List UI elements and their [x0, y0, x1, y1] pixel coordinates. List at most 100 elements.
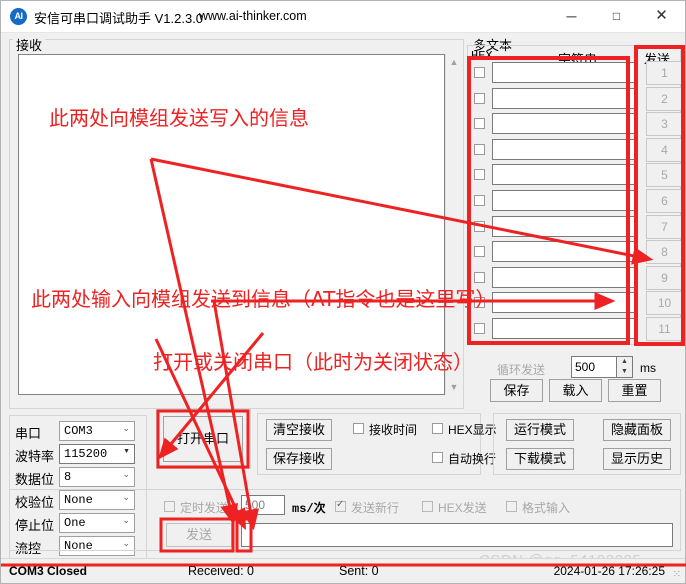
param-value: 115200: [64, 447, 108, 461]
param-combobox[interactable]: COM3 ⌄: [59, 421, 135, 441]
multitext-send-button[interactable]: 6: [646, 189, 683, 213]
chevron-down-icon[interactable]: ⌄: [122, 469, 130, 480]
send-button[interactable]: 发送: [166, 523, 232, 547]
annotation-note-1: 此两处向模组发送写入的信息: [49, 106, 309, 130]
annotation-note-2: 此两处输入向模组发送到信息（AT指令也是这里写）: [31, 287, 496, 311]
multitext-send-button[interactable]: 1: [646, 61, 683, 85]
param-label: 数据位: [15, 472, 55, 487]
param-label: 波特率: [15, 449, 55, 464]
param-combobox[interactable]: 115200 ▼: [59, 444, 135, 464]
multitext-send-button[interactable]: 5: [646, 163, 683, 188]
multitext-input[interactable]: [492, 190, 637, 211]
hex-checkbox[interactable]: [474, 323, 485, 334]
checkbox-label: 格式输入: [522, 501, 571, 515]
hex-checkbox[interactable]: [474, 195, 485, 206]
spinner-down-icon[interactable]: ▼: [617, 367, 632, 377]
multitext-row: 7: [471, 214, 683, 240]
interval-input[interactable]: 500: [571, 356, 617, 378]
multitext-row: 2: [471, 86, 683, 112]
multitext-input[interactable]: [492, 241, 637, 263]
download-mode-button[interactable]: 下载模式: [506, 448, 574, 470]
scroll-up-icon[interactable]: ▲: [446, 54, 462, 70]
multitext-input[interactable]: [492, 113, 637, 135]
scroll-down-icon[interactable]: ▼: [446, 379, 462, 395]
chevron-down-icon[interactable]: ⌄: [122, 423, 130, 434]
param-label: 串口: [15, 426, 42, 441]
multitext-row: 8: [471, 240, 683, 265]
multitext-row: 4: [471, 137, 683, 163]
checkbox-label: 接收时间: [369, 423, 418, 437]
send-interval-unit: ms/次: [292, 502, 326, 516]
checkbox-label: HEX发送: [438, 501, 487, 515]
hide-panel-button[interactable]: 隐藏面板: [603, 419, 671, 441]
title-bar: AI 安信可串口调试助手 V1.2.3.0 www.ai-thinker.com…: [1, 1, 685, 33]
show-history-button[interactable]: 显示历史: [603, 448, 671, 470]
website-url: www.ai-thinker.com: [199, 9, 307, 23]
checkbox-label: HEX显示: [448, 423, 497, 437]
interval-spinner[interactable]: ▲ ▼: [617, 356, 633, 378]
reset-button[interactable]: 重置: [608, 379, 661, 402]
interval-unit-label: ms: [640, 361, 656, 375]
checkbox-box[interactable]: [506, 501, 517, 512]
param-combobox[interactable]: 8 ⌄: [59, 467, 135, 487]
status-datetime: 2024-01-26 17:26:25: [553, 564, 665, 578]
hex-checkbox[interactable]: [474, 246, 485, 258]
multitext-send-button[interactable]: 9: [646, 265, 683, 290]
close-icon[interactable]: ✕: [639, 1, 684, 31]
receive-scrollbar[interactable]: ▲ ▼: [445, 54, 462, 395]
multitext-send-button[interactable]: 7: [646, 214, 683, 239]
multitext-input[interactable]: [492, 215, 637, 237]
load-button[interactable]: 载入: [549, 379, 602, 402]
status-received: Received: 0: [188, 564, 255, 578]
checkbox-box[interactable]: [432, 423, 443, 434]
hex-checkbox[interactable]: [474, 92, 485, 104]
multitext-send-button[interactable]: 3: [646, 112, 683, 137]
serial-debug-assistant-window: AI 安信可串口调试助手 V1.2.3.0 www.ai-thinker.com…: [0, 0, 686, 584]
multitext-input[interactable]: [492, 164, 637, 186]
maximize-icon[interactable]: □: [594, 1, 639, 31]
multitext-send-button[interactable]: 11: [646, 317, 683, 341]
multitext-send-button[interactable]: 2: [646, 86, 683, 111]
save-button[interactable]: 保存: [490, 379, 543, 402]
send-interval-input[interactable]: 500: [241, 495, 285, 515]
multitext-input[interactable]: [492, 62, 637, 83]
chevron-down-icon[interactable]: ▼: [123, 448, 130, 455]
checkbox-box[interactable]: [353, 423, 364, 434]
status-bar: COM3 Closed Received: 0 Sent: 0 2024-01-…: [1, 558, 685, 583]
checkbox-box[interactable]: [422, 501, 433, 512]
send-input[interactable]: [241, 523, 673, 547]
param-value: 8: [64, 470, 72, 484]
checkbox-label: 发送新行: [351, 501, 400, 515]
multitext-input[interactable]: [492, 87, 637, 109]
multitext-send-button[interactable]: 8: [646, 240, 683, 265]
hex-checkbox[interactable]: [474, 169, 485, 181]
spinner-up-icon[interactable]: ▲: [617, 357, 632, 367]
multitext-input[interactable]: [492, 138, 637, 160]
status-sent: Sent: 0: [339, 564, 379, 578]
checkbox-box[interactable]: [432, 452, 443, 463]
multitext-row: 5: [471, 163, 683, 188]
run-mode-button[interactable]: 运行模式: [506, 419, 574, 441]
multitext-input[interactable]: [492, 266, 637, 288]
multitext-row: 6: [471, 189, 683, 214]
open-port-button[interactable]: 打开串口: [163, 416, 243, 462]
hex-checkbox[interactable]: [474, 118, 485, 130]
clear-receive-button[interactable]: 清空接收: [266, 419, 332, 441]
hex-checkbox[interactable]: [474, 220, 485, 232]
minimize-icon[interactable]: ─: [549, 1, 594, 31]
multitext-send-button[interactable]: 4: [646, 137, 683, 162]
annotation-note-3: 打开或关闭串口（此时为关闭状态）: [153, 350, 473, 374]
hex-checkbox[interactable]: [474, 271, 485, 283]
resize-grip-icon[interactable]: ⁙: [673, 569, 681, 580]
window-title: 安信可串口调试助手 V1.2.3.0: [34, 11, 204, 26]
multitext-input[interactable]: [492, 292, 637, 314]
hex-checkbox[interactable]: [474, 143, 485, 155]
checkbox-box[interactable]: [335, 499, 346, 512]
status-connection: COM3 Closed: [9, 564, 88, 578]
hex-checkbox[interactable]: [474, 67, 485, 78]
checkbox-box[interactable]: [164, 501, 175, 512]
save-receive-button[interactable]: 保存接收: [266, 448, 332, 470]
multitext-input[interactable]: [492, 318, 637, 339]
param-value: COM3: [64, 424, 93, 438]
multitext-send-button[interactable]: 10: [646, 291, 683, 316]
